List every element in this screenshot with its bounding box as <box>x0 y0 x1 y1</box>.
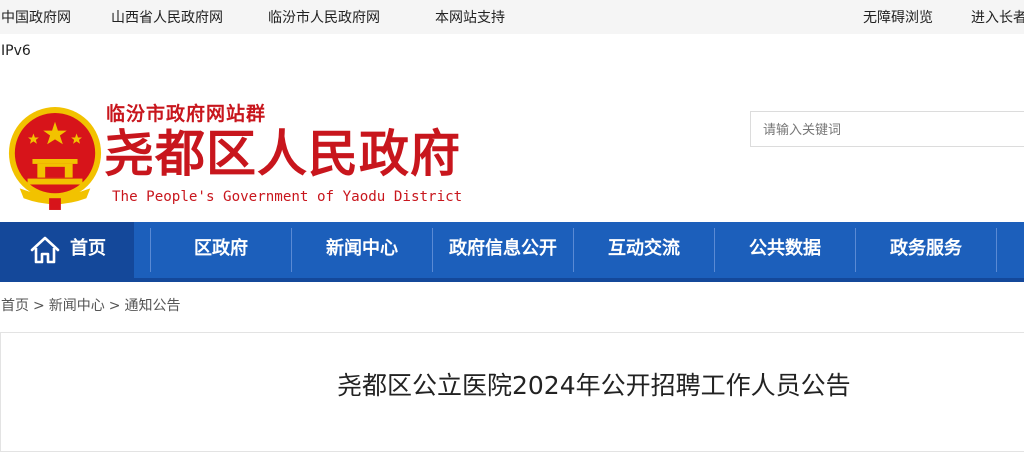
site-title-english: The People's Government of Yaodu Distric… <box>112 189 463 205</box>
breadcrumb-news-center[interactable]: 新闻中心 <box>49 298 105 314</box>
elder-mode-link[interactable]: 进入长者 <box>971 7 1024 27</box>
home-icon <box>30 236 60 264</box>
breadcrumb-notices[interactable]: 通知公告 <box>124 298 180 314</box>
nav-divider <box>996 228 997 272</box>
nav-item-public-data[interactable]: 公共数据 <box>715 222 855 278</box>
nav-bottom-border <box>0 278 1024 282</box>
breadcrumb-separator: > <box>108 298 121 314</box>
article-title: 尧都区公立医院2024年公开招聘工作人员公告 <box>337 371 851 400</box>
nav-item-gov-info-disclosure[interactable]: 政府信息公开 <box>433 222 573 278</box>
topbar-link-linfen-gov[interactable]: 临汾市人民政府网 <box>268 7 380 27</box>
breadcrumb-separator: > <box>33 298 45 314</box>
accessibility-link[interactable]: 无障碍浏览 <box>863 7 933 27</box>
national-emblem-icon <box>8 107 102 210</box>
nav-item-gov-services[interactable]: 政务服务 <box>856 222 996 278</box>
nav-item-home[interactable]: 首页 <box>0 222 134 278</box>
breadcrumb: 首页 > 新闻中心 > 通知公告 <box>1 295 180 315</box>
nav-item-district-gov[interactable]: 区政府 <box>151 222 291 278</box>
search-box <box>750 111 1024 147</box>
top-bar: 中国政府网 山西省人民政府网 临汾市人民政府网 本网站支持 无障碍浏览 进入长者 <box>0 0 1024 34</box>
nav-item-news-center[interactable]: 新闻中心 <box>292 222 432 278</box>
search-input[interactable] <box>761 114 1024 146</box>
topbar-link-china-gov[interactable]: 中国政府网 <box>1 7 71 27</box>
nav-item-home-label: 首页 <box>70 238 106 259</box>
topbar-link-site-support[interactable]: 本网站支持 <box>435 7 505 27</box>
site-title: 尧都区人民政府 <box>104 124 461 183</box>
site-group-label: 临汾市政府网站群 <box>106 103 267 125</box>
breadcrumb-home[interactable]: 首页 <box>1 298 29 314</box>
main-nav: 首页 区政府 新闻中心 政府信息公开 互动交流 公共数据 政务服务 <box>0 222 1024 278</box>
topbar-link-shanxi-gov[interactable]: 山西省人民政府网 <box>111 7 223 27</box>
nav-item-interaction[interactable]: 互动交流 <box>574 222 714 278</box>
ipv6-label: IPv6 <box>1 43 31 59</box>
